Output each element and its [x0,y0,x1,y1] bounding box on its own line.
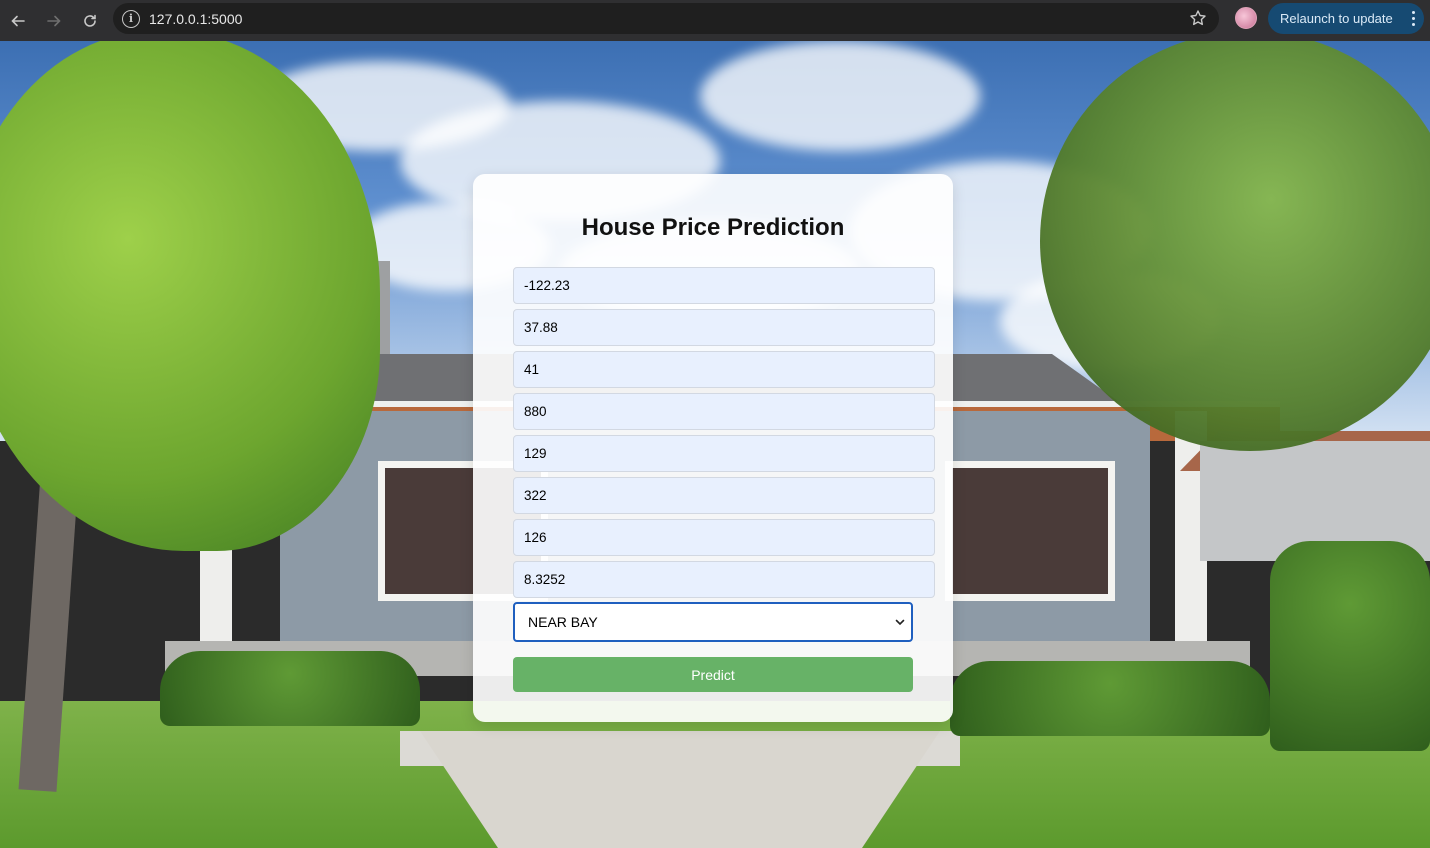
forward-icon[interactable] [36,4,72,38]
bookmark-star-icon[interactable] [1189,9,1207,27]
more-menu-icon[interactable] [1412,11,1416,26]
predict-button[interactable]: Predict [513,657,913,692]
housing-median-age-input[interactable] [513,351,935,388]
total-rooms-input[interactable] [513,393,935,430]
relaunch-label: Relaunch to update [1280,11,1393,26]
back-icon[interactable] [0,4,36,38]
page-title: House Price Prediction [581,214,845,241]
ocean-proximity-select[interactable]: NEAR BAY [513,602,913,642]
relaunch-button[interactable]: Relaunch to update [1268,3,1424,34]
url-text: 127.0.0.1:5000 [149,10,243,27]
ocean-proximity-value: NEAR BAY [528,614,598,630]
latitude-input[interactable] [513,309,935,346]
browser-toolbar: i 127.0.0.1:5000 Relaunch to update [0,0,1430,41]
longitude-input[interactable] [513,267,935,304]
population-input[interactable] [513,477,935,514]
address-bar[interactable]: i 127.0.0.1:5000 [113,3,1219,34]
site-info-icon[interactable]: i [122,9,140,28]
profile-avatar[interactable] [1235,7,1257,29]
households-input[interactable] [513,519,935,556]
median-income-input[interactable] [513,561,935,598]
reload-icon[interactable] [72,4,108,38]
total-bedrooms-input[interactable] [513,435,935,472]
page-viewport: House Price Prediction NEAR BAY Predict [0,41,1430,848]
prediction-form-card: House Price Prediction NEAR BAY Predict [473,174,953,722]
chevron-down-icon [895,619,905,626]
